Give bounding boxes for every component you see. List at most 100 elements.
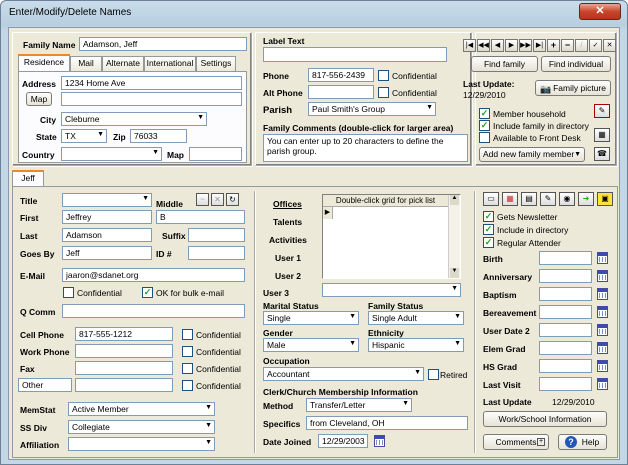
other-phone-type-input[interactable]: Other	[18, 378, 72, 392]
other-confidential-checkbox[interactable]	[182, 380, 193, 391]
cancel-record-icon[interactable]: ✕	[603, 39, 616, 52]
calendar-icon[interactable]	[374, 435, 385, 447]
memstat-select[interactable]: Active Member ▼	[68, 402, 215, 416]
close-button[interactable]: ✕	[579, 3, 621, 20]
calendar-icon[interactable]	[597, 252, 608, 264]
affiliation-select[interactable]: ▼	[68, 437, 215, 451]
chart-icon[interactable]: ~	[196, 193, 209, 206]
q-comm-input[interactable]	[62, 304, 245, 318]
include-family-directory-checkbox[interactable]: ✓	[479, 120, 490, 131]
add-record-icon[interactable]: +	[547, 39, 560, 52]
notes-icon[interactable]: ✎	[540, 192, 556, 206]
bulk-email-checkbox[interactable]: ✓	[142, 287, 153, 298]
title-select[interactable]: ▼	[62, 193, 152, 207]
document-icon[interactable]: ▤	[521, 192, 537, 206]
fax-input[interactable]	[75, 361, 173, 375]
regular-attender-checkbox[interactable]: ✓	[483, 237, 494, 248]
next-record-icon[interactable]: ▶	[505, 39, 518, 52]
middle-name-input[interactable]: B	[156, 210, 245, 224]
alt-phone-input[interactable]	[308, 85, 374, 99]
phone-confidential-checkbox[interactable]	[378, 70, 389, 81]
tab-alternate[interactable]: Alternate	[102, 56, 144, 71]
work-confidential-checkbox[interactable]	[182, 346, 193, 357]
add-family-member-button[interactable]: Add new family member ▼	[479, 147, 585, 162]
grid-scrollbar[interactable]: ▲ ▼	[448, 195, 460, 278]
save-record-icon[interactable]: ✓	[589, 39, 602, 52]
scroll-down-icon[interactable]: ▼	[450, 268, 459, 278]
find-individual-button[interactable]: Find individual	[541, 56, 611, 72]
address-line2-input[interactable]	[61, 92, 242, 106]
cell-confidential-checkbox[interactable]	[182, 329, 193, 340]
clear-icon[interactable]: ✕	[211, 193, 224, 206]
offices-grid[interactable]: Double-click grid for pick list ▶ ▲ ▼	[322, 194, 461, 279]
ss-div-select[interactable]: Collegiate ▼	[68, 420, 215, 434]
id-input[interactable]	[188, 246, 245, 260]
zip-input[interactable]: 76033	[130, 129, 187, 143]
first-record-icon[interactable]: |◀	[463, 39, 476, 52]
hs-grad-date-input[interactable]	[539, 359, 592, 373]
marital-status-select[interactable]: Single ▼	[263, 311, 359, 325]
bereavement-date-input[interactable]	[539, 305, 592, 319]
birth-date-input[interactable]	[539, 251, 592, 265]
edit-record-icon[interactable]: /	[575, 39, 588, 52]
telephone-icon[interactable]: ☎	[594, 147, 610, 161]
include-directory-checkbox[interactable]: ✓	[483, 224, 494, 235]
retired-checkbox[interactable]	[428, 369, 439, 380]
label-text-input[interactable]	[263, 47, 447, 62]
map-button[interactable]: Map	[26, 92, 52, 106]
suffix-input[interactable]	[188, 228, 245, 242]
card-icon[interactable]: ▭	[483, 192, 499, 206]
state-select[interactable]: TX ▼	[61, 129, 107, 143]
other-phone-input[interactable]	[75, 378, 173, 392]
family-comments-textarea[interactable]: You can enter up to 20 characters to def…	[263, 134, 468, 162]
export-icon[interactable]: ➜	[578, 192, 594, 206]
printer-icon[interactable]: ▦	[594, 128, 610, 142]
next-page-icon[interactable]: ▶▶	[519, 39, 532, 52]
cell-phone-input[interactable]: 817-555-1212	[75, 327, 173, 341]
highlighter-icon[interactable]: ✎	[594, 104, 610, 118]
find-family-button[interactable]: Find family	[471, 56, 538, 72]
tab-residence[interactable]: Residence	[18, 54, 70, 71]
address-line1-input[interactable]: 1234 Home Ave	[61, 76, 242, 90]
offices-label[interactable]: Offices	[273, 199, 302, 209]
refresh-icon[interactable]: ↻	[226, 193, 239, 206]
family-status-select[interactable]: Single Adult ▼	[368, 311, 464, 325]
phone-input[interactable]: 817-556-2439	[308, 68, 374, 82]
anniversary-date-input[interactable]	[539, 269, 592, 283]
member-household-checkbox[interactable]: ✓	[479, 108, 490, 119]
calendar-icon[interactable]	[597, 378, 608, 390]
goes-by-input[interactable]: Jeff	[62, 246, 152, 260]
parish-select[interactable]: Paul Smith's Group ▼	[308, 102, 436, 116]
specifics-input[interactable]: from Cleveland, OH	[306, 416, 468, 430]
previous-record-icon[interactable]: ◀	[491, 39, 504, 52]
first-name-input[interactable]: Jeffrey	[62, 210, 152, 224]
available-front-desk-checkbox[interactable]	[479, 132, 490, 143]
city-select[interactable]: Cleburne ▼	[61, 112, 207, 126]
method-select[interactable]: Transfer/Letter ▼	[306, 398, 412, 412]
scroll-up-icon[interactable]: ▲	[450, 195, 459, 205]
calendar-icon[interactable]	[597, 306, 608, 318]
previous-page-icon[interactable]: ◀◀	[477, 39, 490, 52]
gender-select[interactable]: Male ▼	[263, 338, 359, 352]
tab-person-jeff[interactable]: Jeff	[12, 170, 44, 187]
last-record-icon[interactable]: ▶|	[533, 39, 546, 52]
tab-mail[interactable]: Mail	[70, 56, 102, 71]
work-school-button[interactable]: Work/School Information	[483, 411, 607, 427]
email-confidential-checkbox[interactable]	[63, 287, 74, 298]
comments-button[interactable]: Comments +	[483, 434, 549, 450]
family-name-input[interactable]: Adamson, Jeff	[79, 37, 247, 51]
last-name-input[interactable]: Adamson	[62, 228, 152, 242]
occupation-select[interactable]: Accountant ▼	[263, 367, 424, 381]
calendar-icon[interactable]	[597, 342, 608, 354]
print-label-icon[interactable]: ▣	[597, 192, 613, 206]
calendar-icon[interactable]	[597, 288, 608, 300]
calendar-icon[interactable]	[597, 270, 608, 282]
work-phone-input[interactable]	[75, 344, 173, 358]
ethnicity-select[interactable]: Hispanic ▼	[368, 338, 464, 352]
alt-phone-confidential-checkbox[interactable]	[378, 87, 389, 98]
user-date-2-input[interactable]	[539, 323, 592, 337]
calendar-icon[interactable]	[597, 324, 608, 336]
family-picture-button[interactable]: 📷 Family picture	[535, 80, 611, 96]
baptism-date-input[interactable]	[539, 287, 592, 301]
map-input[interactable]	[189, 147, 242, 161]
